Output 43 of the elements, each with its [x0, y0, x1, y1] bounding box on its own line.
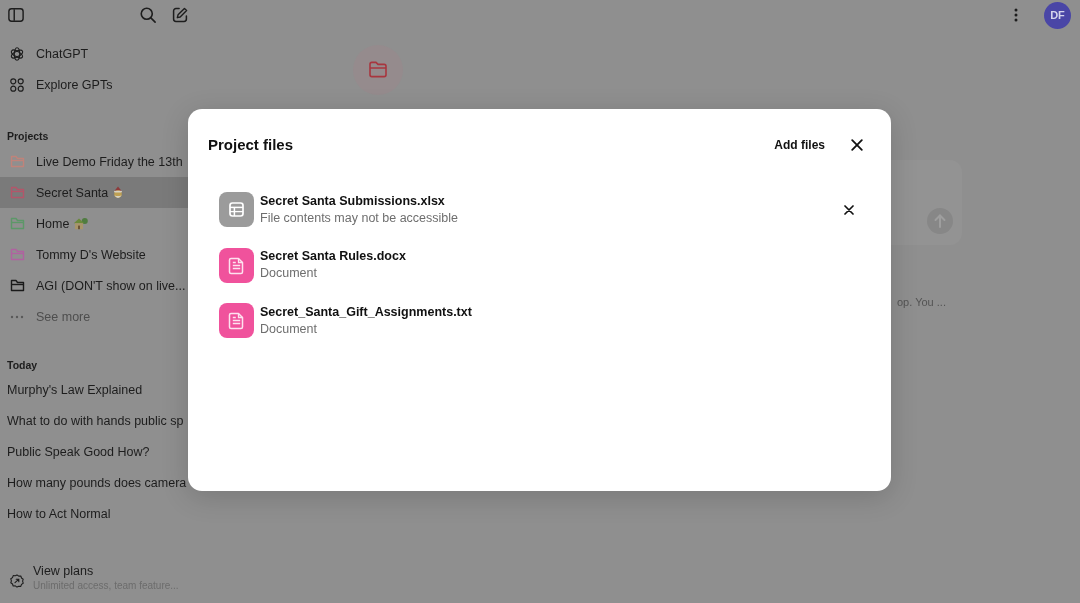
file-name: Secret Santa Rules.docx: [260, 248, 406, 266]
add-files-button[interactable]: Add files: [764, 134, 835, 156]
project-item[interactable]: Tommy D's Website: [0, 239, 188, 270]
see-more-item[interactable]: See more: [0, 301, 188, 332]
project-item[interactable]: AGI (DON'T show on live...: [0, 270, 188, 301]
more-horizontal-icon: [10, 314, 24, 319]
project-item[interactable]: Secret Santa: [0, 177, 188, 208]
section-heading: Today: [6, 357, 38, 373]
sidebar-item[interactable]: Explore GPTs: [0, 69, 188, 101]
dialog-title: Project files: [208, 135, 294, 155]
file-name: Secret Santa Submissions.xlsx: [260, 192, 445, 210]
grid-icon: [10, 78, 24, 92]
badge-icon: [10, 573, 24, 588]
search-icon[interactable]: [140, 6, 156, 24]
close-icon[interactable]: [851, 139, 863, 151]
file-detail: File contents may not be accessible: [260, 209, 459, 227]
spreadsheet-icon: [219, 192, 254, 228]
knot-icon: [10, 47, 24, 61]
file-name: Secret_Santa_Gift_Assignments.txt: [260, 303, 472, 321]
remove-icon[interactable]: [844, 204, 854, 215]
santa-icon: [112, 185, 125, 200]
folder-icon: [353, 45, 403, 95]
document-icon: [219, 247, 254, 283]
avatar-button[interactable]: DF: [1044, 1, 1071, 29]
chat-history-item[interactable]: How to Act Normal: [0, 498, 111, 530]
sidebar-toggle-icon[interactable]: [8, 7, 24, 23]
view-plans-link[interactable]: View plans: [33, 564, 94, 579]
project-item[interactable]: Live Demo Friday the 13th: [0, 146, 188, 177]
chat-history-item[interactable]: How many pounds does camera: [0, 467, 187, 499]
snippet-text: op. You ...: [897, 296, 946, 308]
more-vertical-icon[interactable]: [1014, 8, 1018, 22]
chat-history-item[interactable]: Public Speak Good How?: [0, 436, 150, 468]
arrow-up-icon: [927, 208, 953, 234]
edit-icon[interactable]: [172, 6, 188, 24]
chat-history-item[interactable]: What to do with hands public sp: [0, 405, 184, 437]
sidebar-item[interactable]: ChatGPT: [0, 38, 188, 70]
chat-history-item[interactable]: Murphy's Law Explained: [0, 374, 143, 406]
file-detail: Document: [260, 320, 317, 338]
project-item[interactable]: Home: [0, 208, 188, 239]
house-icon: [73, 217, 89, 230]
section-heading: Projects: [6, 129, 49, 144]
file-detail: Document: [260, 265, 317, 283]
document-icon: [219, 303, 254, 339]
